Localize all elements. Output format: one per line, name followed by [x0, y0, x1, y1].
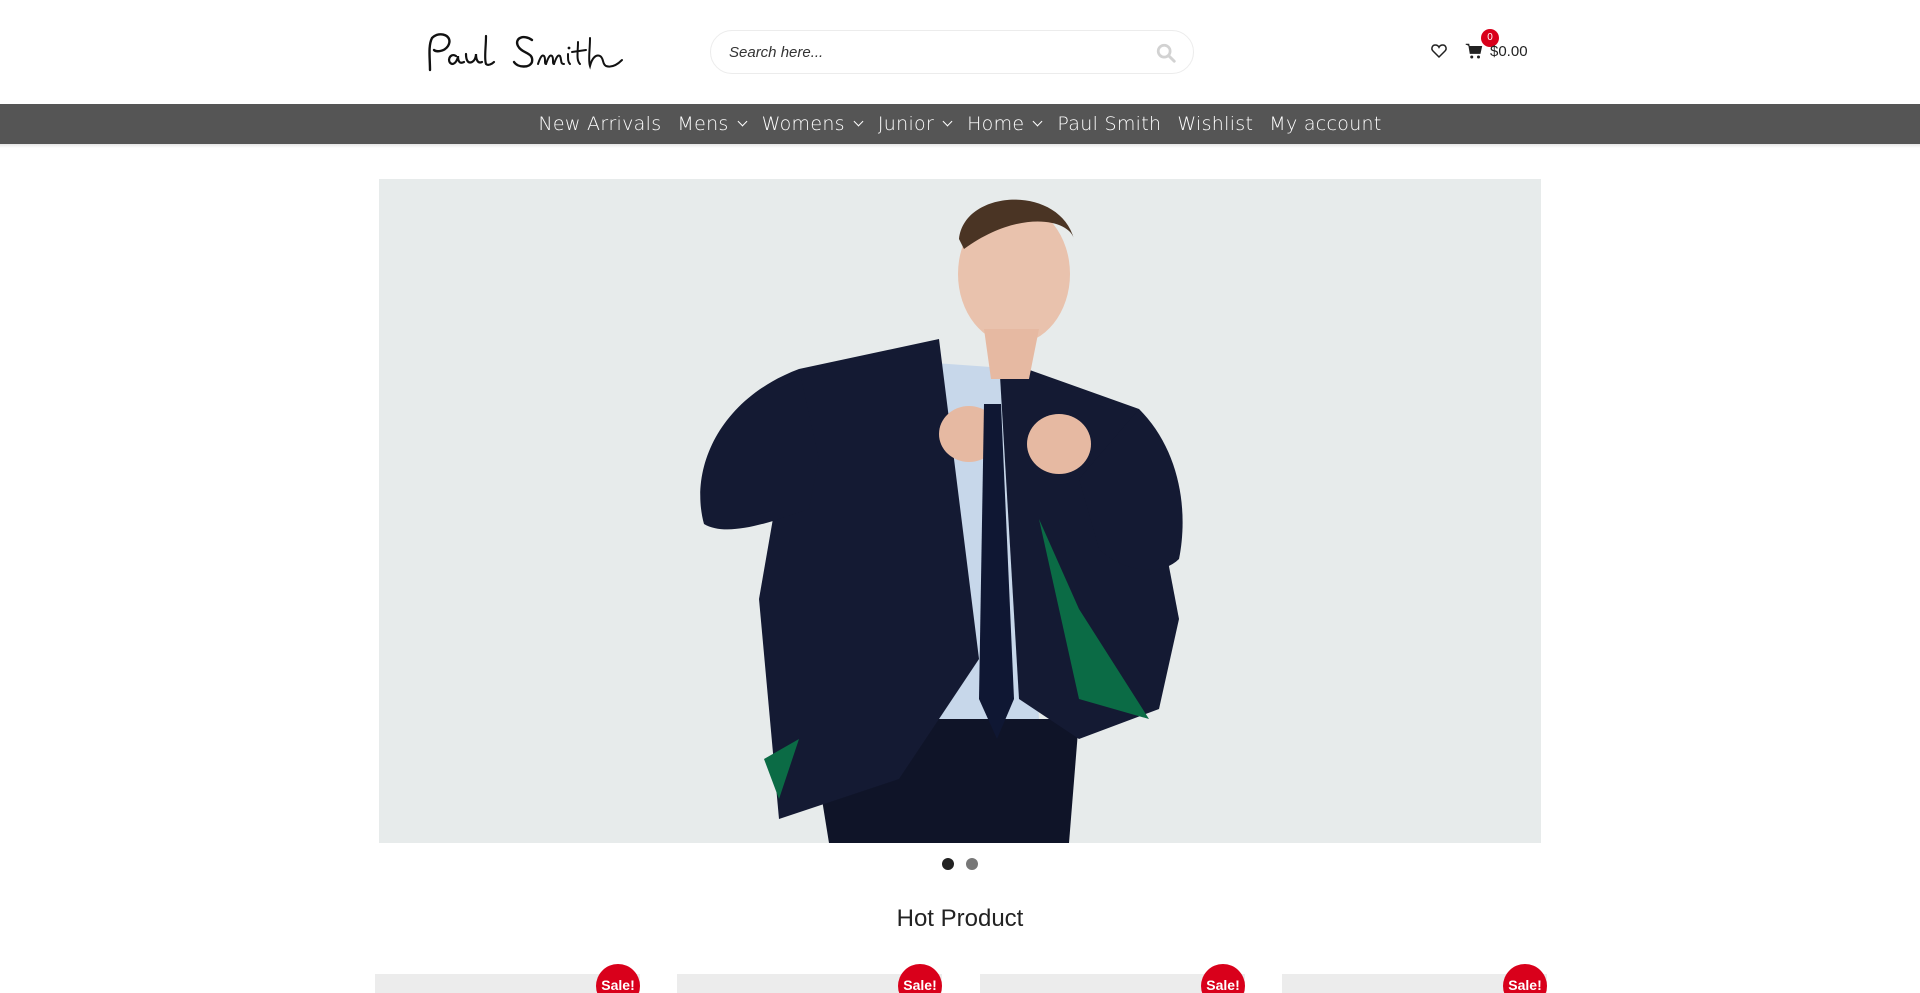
nav-item-junior[interactable]: Junior — [877, 113, 953, 135]
nav-item-label: New Arrivals — [538, 113, 662, 135]
nav-item-label: Junior — [877, 113, 935, 135]
nav-divider — [0, 144, 1920, 148]
nav-item-new-arrivals[interactable]: New Arrivals — [538, 113, 661, 135]
hero-slide[interactable] — [379, 179, 1541, 843]
nav-item-label: Home — [967, 113, 1025, 135]
nav-item-wishlist[interactable]: Wishlist — [1177, 113, 1253, 135]
slider-dot-1[interactable] — [942, 858, 954, 870]
nav-item-label: My account — [1269, 113, 1382, 135]
product-card[interactable]: Sale! — [677, 964, 942, 993]
section-title: Hot Product — [896, 905, 1024, 932]
search-button[interactable] — [1155, 42, 1177, 64]
chevron-down-icon — [853, 116, 864, 127]
main-navigation: New Arrivals Mens Womens Junior Home Paul Smi… — [0, 104, 1920, 144]
chevron-down-icon — [737, 116, 748, 127]
nav-item-label: Paul Smith — [1057, 113, 1162, 135]
site-header: 0 $0.00 — [0, 0, 1920, 104]
nav-item-label: Mens — [677, 113, 729, 135]
nav-item-my-account[interactable]: My account — [1269, 113, 1381, 135]
chevron-down-icon — [1032, 116, 1043, 127]
hero-image — [379, 179, 1541, 843]
slider-dot-2[interactable] — [966, 858, 978, 870]
nav-item-home[interactable]: Home — [967, 113, 1043, 135]
cart-total[interactable]: $0.00 — [1490, 43, 1528, 60]
nav-item-label: Womens — [761, 113, 845, 135]
search-input[interactable] — [729, 31, 1139, 73]
product-card[interactable]: Sale! — [980, 964, 1245, 993]
nav-item-womens[interactable]: Womens — [761, 113, 864, 135]
nav-item-mens[interactable]: Mens — [677, 113, 748, 135]
search-box — [710, 30, 1194, 74]
product-card[interactable]: Sale! — [375, 964, 640, 993]
chevron-down-icon — [942, 116, 953, 127]
cart-button[interactable] — [1465, 42, 1485, 62]
product-card[interactable]: Sale! — [1282, 964, 1547, 993]
sale-badge: Sale! — [898, 964, 942, 993]
wishlist-button[interactable] — [1430, 42, 1450, 62]
brand-logo[interactable] — [420, 28, 625, 78]
product-grid: Sale! Sale! Sale! Sale! — [375, 964, 1547, 993]
heart-icon — [1431, 44, 1447, 59]
nav-item-label: Wishlist — [1177, 113, 1254, 135]
search-icon — [1156, 43, 1176, 63]
sale-badge: Sale! — [596, 964, 640, 993]
cart-icon — [1465, 43, 1483, 59]
sale-badge: Sale! — [1201, 964, 1245, 993]
slider-pagination — [942, 858, 990, 870]
nav-item-paul-smith[interactable]: Paul Smith — [1057, 113, 1161, 135]
sale-badge: Sale! — [1503, 964, 1547, 993]
